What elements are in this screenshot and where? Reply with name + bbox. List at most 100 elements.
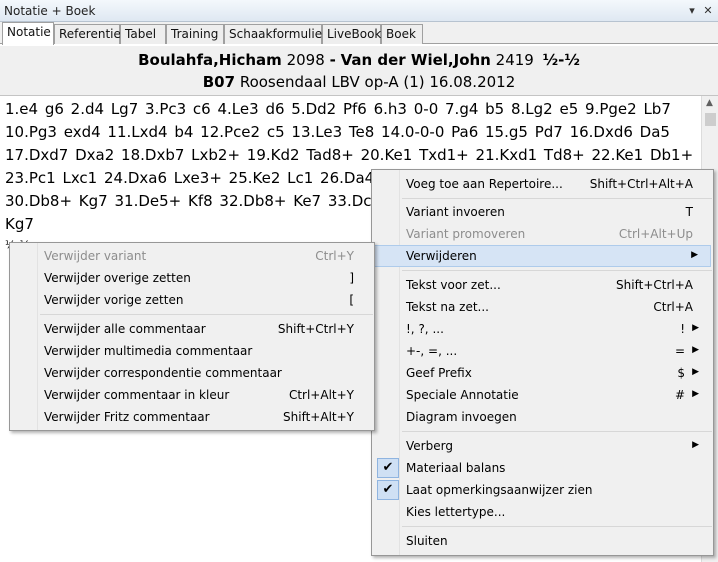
menu-item-label: Verwijder overige zetten	[44, 271, 191, 285]
menu-item-label: Tekst na zet...	[406, 300, 489, 314]
menu-shortcut: Ctrl+Y	[315, 249, 354, 263]
menu-item-label: Verwijder vorige zetten	[44, 293, 184, 307]
menu-item-promote-variation: Variant promoveren Ctrl+Alt+Up	[374, 223, 711, 245]
tab-referentie[interactable]: Referentie	[54, 24, 121, 44]
submenu-arrow-icon: ▶	[692, 323, 699, 333]
menu-shortcut: Ctrl+Alt+Up	[618, 227, 693, 241]
menu-separator	[402, 198, 712, 199]
menu-shortcut: Ctrl+A	[653, 300, 693, 314]
menu-separator	[402, 526, 712, 527]
menu-shortcut: Shift+Ctrl+A	[616, 278, 693, 292]
menu-item-position-evaluation[interactable]: +-, =, ... = ▶	[374, 340, 711, 362]
menu-shortcut: [	[349, 293, 354, 307]
menu-shortcut: #	[674, 388, 685, 402]
menu-item-insert-diagram[interactable]: Diagram invoegen	[374, 406, 711, 428]
menu-item-label: Tekst voor zet...	[406, 278, 501, 292]
context-menu: Voeg toe aan Repertoire... Shift+Ctrl+Al…	[371, 169, 714, 556]
menu-shortcut: $	[677, 366, 685, 380]
submenu-item-delete-remaining-moves[interactable]: Verwijder overige zetten ]	[12, 267, 372, 289]
menu-item-material-balance[interactable]: ✔ Materiaal balans	[374, 457, 711, 479]
menu-item-move-annotation[interactable]: !, ?, ... ! ▶	[374, 318, 711, 340]
submenu-arrow-icon: ▶	[692, 440, 699, 450]
tab-training[interactable]: Training	[166, 24, 224, 44]
notation-line[interactable]: 17.Dxd7 Dxa2 18.Dxb7 Lxb2+ 19.Kd2 Tad8+ …	[5, 146, 693, 164]
menu-item-label: Verwijderen	[406, 249, 477, 263]
tab-bar: Notatie Referentie Tabel Training Schaak…	[0, 22, 718, 45]
delete-submenu: Verwijder variant Ctrl+Y Verwijder overi…	[9, 242, 375, 431]
scroll-up-icon[interactable]: ▲	[706, 98, 713, 108]
tab-boek[interactable]: Boek	[381, 24, 423, 44]
submenu-arrow-icon: ▶	[692, 367, 699, 377]
submenu-item-delete-previous-moves[interactable]: Verwijder vorige zetten [	[12, 289, 372, 311]
menu-item-label: +-, =, ...	[406, 344, 458, 358]
menu-item-label: Diagram invoegen	[406, 410, 517, 424]
game-result: ½-½	[542, 51, 580, 69]
tab-schaakformulier[interactable]: Schaakformulier	[224, 24, 327, 44]
menu-item-label: Laat opmerkingsaanwijzer zien	[406, 483, 593, 497]
menu-item-enter-variation[interactable]: Variant invoeren T	[374, 201, 711, 223]
menu-shortcut: Ctrl+Alt+Y	[288, 388, 354, 402]
menu-item-text-before-move[interactable]: Tekst voor zet... Shift+Ctrl+A	[374, 274, 711, 296]
white-player: Boulahfa,Hicham	[138, 51, 282, 69]
notation-line[interactable]: 1.e4 g6 2.d4 Lg7 3.Pc3 c6 4.Le3 d6 5.Dd2…	[5, 100, 671, 118]
window-title: Notatie + Boek	[4, 4, 96, 18]
menu-item-label: Verwijder commentaar in kleur	[44, 388, 230, 402]
menu-shortcut: ]	[349, 271, 354, 285]
submenu-item-delete-variation: Verwijder variant Ctrl+Y	[12, 245, 372, 267]
menu-item-label: Geef Prefix	[406, 366, 472, 380]
menu-item-show-comment-pointer[interactable]: ✔ Laat opmerkingsaanwijzer zien	[374, 479, 711, 501]
submenu-item-delete-color-comments[interactable]: Verwijder commentaar in kleur Ctrl+Alt+Y	[12, 384, 372, 406]
menu-shortcut: T	[685, 205, 693, 219]
menu-item-add-repertoire[interactable]: Voeg toe aan Repertoire... Shift+Ctrl+Al…	[374, 173, 711, 195]
player-separator: -	[329, 51, 336, 69]
scroll-thumb[interactable]	[705, 113, 716, 126]
white-elo: 2098	[286, 51, 325, 69]
menu-item-label: Verwijder multimedia commentaar	[44, 344, 253, 358]
menu-item-close[interactable]: Sluiten	[374, 530, 711, 552]
check-icon: ✔	[377, 480, 399, 500]
notation-text[interactable]: 23.Pc1 Lxc1 24.Dxa6 Lxe3+ 25.Ke2 Lc1 26.…	[5, 169, 374, 187]
menu-separator	[402, 431, 712, 432]
submenu-item-delete-all-comments[interactable]: Verwijder alle commentaar Shift+Ctrl+Y	[12, 318, 372, 340]
menu-item-label: Verwijder variant	[44, 249, 147, 263]
window-titlebar: Notatie + Boek ▾ ✕	[0, 0, 718, 22]
menu-item-choose-font[interactable]: Kies lettertype...	[374, 501, 711, 523]
tab-tabel[interactable]: Tabel	[120, 24, 166, 44]
menu-shortcut: !	[680, 322, 685, 336]
submenu-arrow-icon: ▶	[691, 250, 698, 260]
check-icon: ✔	[377, 458, 399, 478]
event-info: Roosendaal LBV op-A (1) 16.08.2012	[239, 73, 516, 91]
pin-dropdown-icon[interactable]: ▾	[686, 4, 698, 18]
event-line: B07 Roosendaal LBV op-A (1) 16.08.2012	[0, 73, 718, 91]
menu-item-special-annotation[interactable]: Speciale Annotatie # ▶	[374, 384, 711, 406]
menu-item-prefix[interactable]: Geef Prefix $ ▶	[374, 362, 711, 384]
submenu-item-delete-correspondence-comments[interactable]: Verwijder correspondentie commentaar	[12, 362, 372, 384]
menu-item-label: Speciale Annotatie	[406, 388, 519, 402]
menu-separator	[402, 270, 712, 271]
submenu-item-delete-multimedia-comments[interactable]: Verwijder multimedia commentaar	[12, 340, 372, 362]
menu-item-label: Verwijder alle commentaar	[44, 322, 206, 336]
black-player: Van der Wiel,John	[340, 51, 491, 69]
submenu-item-delete-fritz-comments[interactable]: Verwijder Fritz commentaar Shift+Alt+Y	[12, 406, 372, 428]
menu-item-label: Voeg toe aan Repertoire...	[406, 177, 563, 191]
notation-line[interactable]: 23.Pc1 Lxc1 24.Dxa6 Lxe3+ 25.Ke2 Lc1 26.…	[5, 169, 404, 187]
menu-shortcut: =	[674, 344, 685, 358]
menu-item-text-after-move[interactable]: Tekst na zet... Ctrl+A	[374, 296, 711, 318]
menu-item-label: !, ?, ...	[406, 322, 444, 336]
menu-item-delete[interactable]: Verwijderen ▶	[374, 245, 711, 267]
black-elo: 2419	[495, 51, 534, 69]
tab-livebook[interactable]: LiveBook	[322, 24, 381, 44]
notation-line[interactable]: 10.Pg3 exd4 11.Lxd4 b4 12.Pce2 c5 13.Le3…	[5, 123, 670, 141]
notation-line[interactable]: Kg7	[5, 215, 34, 233]
menu-shortcut: Shift+Ctrl+Alt+A	[589, 177, 693, 191]
submenu-arrow-icon: ▶	[692, 389, 699, 399]
menu-item-label: Variant promoveren	[406, 227, 526, 241]
menu-item-hide[interactable]: Verberg ▶	[374, 435, 711, 457]
tab-notatie[interactable]: Notatie	[2, 22, 54, 45]
game-header: Boulahfa,Hicham 2098 - Van der Wiel,John…	[0, 46, 718, 96]
close-icon[interactable]: ✕	[702, 4, 714, 18]
menu-shortcut: Shift+Ctrl+Y	[277, 322, 354, 336]
submenu-arrow-icon: ▶	[692, 345, 699, 355]
notation-line[interactable]: 30.Db8+ Kg7 31.De5+ Kf8 32.Db8+ Ke7 33.D…	[5, 192, 394, 210]
menu-item-label: Materiaal balans	[406, 461, 506, 475]
